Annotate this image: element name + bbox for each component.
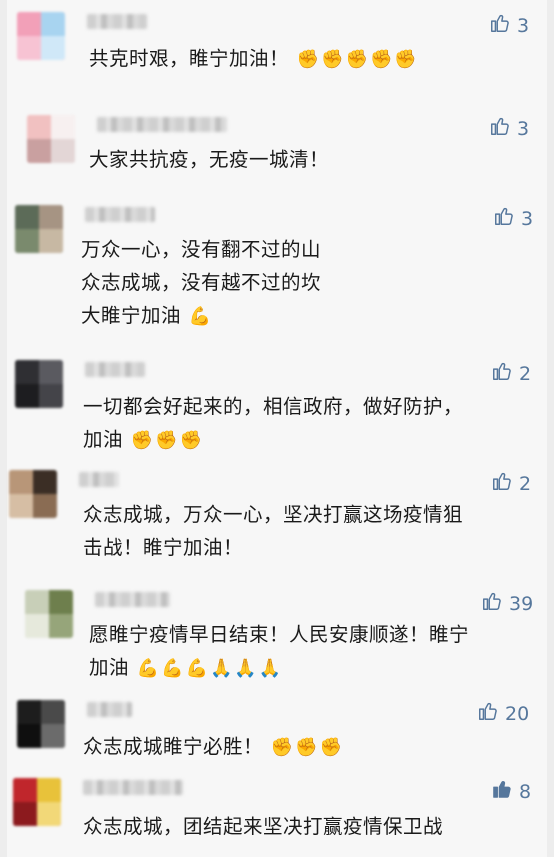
thumbs-up-icon [477, 700, 499, 727]
comment-text-line: 共克时艰，睢宁加油！ ✊✊✊✊✊ [89, 47, 419, 70]
comment-text-line: 愿睢宁疫情早日结束！人民安康顺遂！睢宁 [89, 623, 470, 646]
like-count: 3 [521, 207, 534, 230]
thumbs-up-icon [493, 205, 515, 232]
comment-text-line: 大睢宁加油 💪 [81, 304, 214, 327]
thumbs-up-icon [489, 12, 511, 39]
like-count: 3 [517, 117, 530, 140]
commenter-name-blurred [97, 117, 227, 132]
like-button[interactable]: 3 [489, 115, 529, 142]
comment-text-line: 加油 💪💪💪🙏🙏🙏 [89, 656, 284, 679]
like-button[interactable]: 3 [493, 205, 533, 232]
comments-panel: 3 共克时艰，睢宁加油！ ✊✊✊✊✊ 3 大家共抗疫，无疫一城清！ 3 万众一心，没有翻不… [7, 0, 547, 857]
avatar[interactable] [17, 12, 65, 60]
comment-text-line: 大家共抗疫，无疫一城清！ [89, 148, 330, 171]
like-button[interactable]: 2 [491, 360, 531, 387]
comment-text-line: 万众一心，没有翻不过的山 [81, 238, 322, 261]
commenter-name-blurred [87, 702, 132, 717]
commenter-name-blurred [95, 592, 170, 607]
like-count: 3 [517, 14, 530, 37]
thumbs-up-icon [489, 115, 511, 142]
emoji-reactions: ✊✊✊ [263, 737, 344, 758]
emoji-reactions: ✊✊✊✊✊ [289, 49, 419, 70]
comment-text: 共克时艰，睢宁加油！ ✊✊✊✊✊ [89, 42, 419, 76]
avatar[interactable] [25, 590, 73, 638]
comment-text-line: 一切都会好起来的，相信政府，做好防护， [83, 395, 464, 418]
like-button[interactable]: 3 [489, 12, 529, 39]
thumbs-up-icon [481, 590, 503, 617]
thumbs-up-icon [491, 360, 513, 387]
comment-text-line: 加油 ✊✊✊ [83, 428, 204, 451]
comment-text: 大家共抗疫，无疫一城清！ [89, 143, 329, 176]
commenter-name-blurred [85, 207, 155, 222]
like-count: 8 [519, 780, 532, 803]
like-button[interactable]: 20 [477, 700, 529, 727]
like-count: 20 [505, 702, 530, 725]
thumbs-up-filled-icon [491, 778, 513, 805]
comment-text-line: 众志成城，没有越不过的坎 [81, 271, 322, 294]
comment-text-line: 众志成城，万众一心，坚决打赢这场疫情狙 [83, 503, 464, 526]
avatar[interactable] [15, 205, 63, 253]
comment-text: 一切都会好起来的，相信政府，做好防护， 加油 ✊✊✊ [83, 390, 463, 457]
commenter-name-blurred [79, 472, 119, 487]
commenter-name-blurred [83, 780, 183, 795]
emoji-reactions: 💪💪💪🙏🙏🙏 [129, 658, 284, 679]
avatar[interactable] [17, 700, 65, 748]
avatar[interactable] [9, 470, 57, 518]
emoji-reactions: ✊✊✊ [123, 430, 204, 451]
avatar[interactable] [27, 115, 75, 163]
comment-text: 万众一心，没有翻不过的山 众志成城，没有越不过的坎 大睢宁加油 💪 [81, 233, 321, 333]
comment-text: 众志成城睢宁必胜！ ✊✊✊ [83, 730, 344, 764]
commenter-name-blurred [87, 14, 147, 29]
commenter-name-blurred [85, 362, 145, 377]
comment-text-line: 击战！睢宁加油！ [83, 536, 244, 559]
comment-text-line: 众志成城睢宁必胜！ ✊✊✊ [83, 735, 344, 758]
avatar[interactable] [15, 360, 63, 408]
like-button[interactable]: 39 [481, 590, 533, 617]
like-button[interactable]: 8 [491, 778, 531, 805]
emoji-reactions: 💪 [181, 306, 214, 327]
thumbs-up-icon [491, 470, 513, 497]
comment-text-line: 众志成城，团结起来坚决打赢疫情保卫战 [83, 815, 444, 838]
comment-text: 愿睢宁疫情早日结束！人民安康顺遂！睢宁 加油 💪💪💪🙏🙏🙏 [89, 618, 469, 685]
like-count: 2 [519, 362, 532, 385]
like-count: 39 [509, 592, 534, 615]
like-count: 2 [519, 472, 532, 495]
like-button[interactable]: 2 [491, 470, 531, 497]
comment-text: 众志成城，万众一心，坚决打赢这场疫情狙 击战！睢宁加油！ [83, 498, 463, 564]
avatar[interactable] [13, 778, 61, 826]
comment-text: 众志成城，团结起来坚决打赢疫情保卫战 [83, 810, 443, 843]
